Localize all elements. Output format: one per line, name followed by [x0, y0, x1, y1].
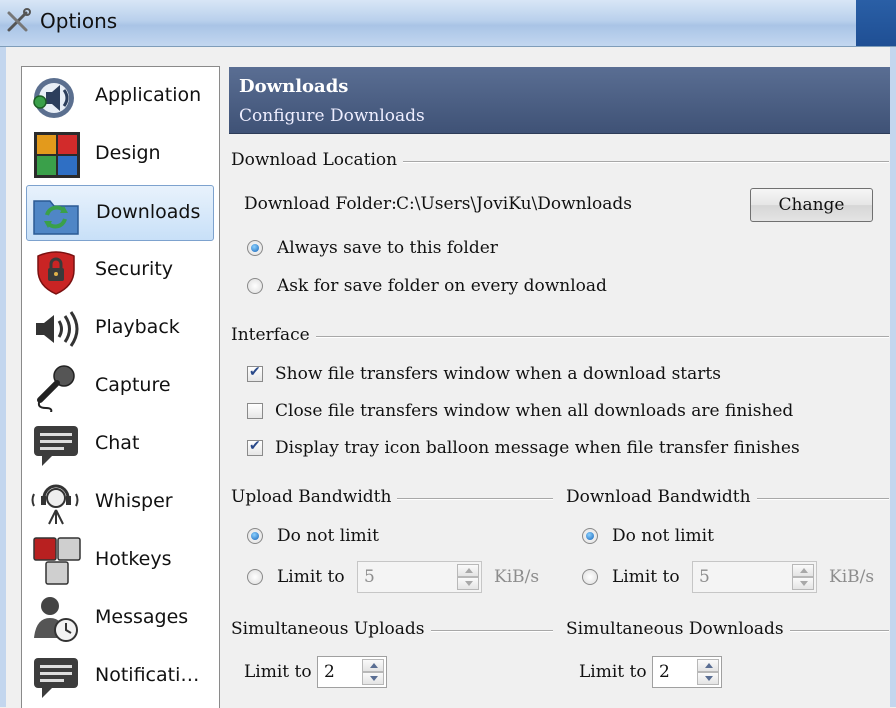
upload-unit-label: KiB/s	[494, 567, 540, 587]
group-title-upload-bandwidth: Upload Bandwidth	[231, 487, 398, 507]
arrow-down-icon	[705, 676, 713, 681]
color-squares-icon	[34, 132, 80, 178]
keys-icon	[33, 537, 81, 585]
sidebar-item-application[interactable]: Application	[26, 69, 214, 125]
arrow-down-icon	[370, 676, 378, 681]
notification-bubble-icon	[34, 658, 78, 698]
arrow-down-icon	[800, 581, 808, 586]
show-transfers-checkbox[interactable]	[247, 364, 263, 382]
tools-icon	[7, 8, 31, 32]
sidebar-item-label: Chat	[95, 432, 140, 454]
download-limit-increment[interactable]	[792, 564, 814, 577]
sidebar-item-label: Messages	[95, 606, 189, 628]
sidebar-item-design[interactable]: Design	[26, 127, 214, 183]
simultaneous-downloads-value: 2	[659, 662, 670, 682]
downloads-limit-label: Limit to	[579, 662, 647, 682]
downloads-decrement[interactable]	[697, 672, 719, 685]
balloon-message-label[interactable]: Display tray icon balloon message when f…	[275, 438, 800, 458]
sidebar-item-playback[interactable]: Playback	[26, 301, 214, 357]
download-no-limit-label[interactable]: Do not limit	[612, 526, 714, 546]
download-folder-label: Download Folder:	[244, 194, 397, 214]
sidebar-item-hotkeys[interactable]: Hotkeys	[26, 533, 214, 589]
uploads-decrement[interactable]	[362, 672, 384, 685]
window-frame-left	[0, 47, 6, 707]
always-save-label[interactable]: Always save to this folder	[277, 238, 498, 258]
sidebar-item-label: Capture	[95, 374, 171, 396]
sidebar-item-label: Playback	[95, 316, 180, 338]
sidebar-item-chat[interactable]: Chat	[26, 417, 214, 473]
sidebar-item-downloads[interactable]: Downloads	[26, 185, 214, 241]
divider	[231, 336, 889, 338]
headset-icon	[31, 484, 79, 525]
microphone-icon	[37, 365, 75, 412]
close-transfers-checkbox[interactable]	[247, 403, 263, 419]
upload-limit-increment[interactable]	[457, 564, 479, 577]
group-title-download-bandwidth: Download Bandwidth	[566, 487, 757, 507]
page-subtitle: Configure Downloads	[239, 106, 425, 126]
group-title-download-location: Download Location	[231, 150, 404, 170]
arrow-down-icon	[465, 581, 473, 586]
window-frame-right	[890, 47, 896, 707]
upload-no-limit-label[interactable]: Do not limit	[277, 526, 379, 546]
upload-no-limit-radio[interactable]	[247, 528, 263, 544]
group-title-interface: Interface	[231, 325, 316, 345]
group-title-simultaneous-downloads: Simultaneous Downloads	[566, 619, 790, 639]
ask-folder-radio[interactable]	[247, 278, 263, 294]
always-save-radio[interactable]	[247, 240, 263, 256]
upload-limit-value: 5	[364, 567, 375, 587]
sidebar-item-label: Application	[95, 84, 202, 106]
change-folder-button[interactable]: Change	[750, 188, 873, 222]
simultaneous-uploads-value: 2	[324, 662, 335, 682]
speaker-volume-icon	[36, 311, 79, 347]
window-title: Options	[40, 9, 118, 33]
download-limit-value: 5	[699, 567, 710, 587]
uploads-increment[interactable]	[362, 659, 384, 672]
download-folder-path: C:\Users\JoviKu\Downloads	[396, 194, 633, 214]
page-title: Downloads	[239, 76, 349, 97]
balloon-message-checkbox[interactable]	[247, 438, 263, 456]
sidebar-item-security[interactable]: Security	[26, 243, 214, 299]
ask-folder-label[interactable]: Ask for save folder on every download	[277, 276, 607, 296]
sidebar-item-label: Security	[95, 258, 174, 280]
folder-sync-icon	[33, 200, 79, 235]
sidebar-item-notifications[interactable]: Notificati…	[26, 649, 214, 705]
sidebar-item-label: Notificati…	[95, 664, 200, 686]
sidebar-item-whisper[interactable]: Whisper	[26, 475, 214, 531]
chat-bubble-icon	[34, 426, 78, 466]
download-limit-decrement[interactable]	[792, 577, 814, 590]
speaker-app-icon	[33, 78, 74, 118]
download-limit-radio[interactable]	[582, 569, 598, 585]
uploads-limit-label: Limit to	[244, 662, 312, 682]
arrow-up-icon	[465, 568, 473, 573]
sidebar-item-label: Whisper	[95, 490, 173, 512]
downloads-increment[interactable]	[697, 659, 719, 672]
user-clock-icon	[34, 597, 78, 642]
shield-lock-icon	[37, 251, 75, 295]
upload-limit-radio[interactable]	[247, 569, 263, 585]
show-transfers-label[interactable]: Show file transfers window when a downlo…	[275, 364, 721, 384]
page-header: Downloads Configure Downloads	[229, 67, 890, 134]
upload-limit-label[interactable]: Limit to	[277, 567, 345, 587]
group-title-simultaneous-uploads: Simultaneous Uploads	[231, 619, 431, 639]
sidebar-item-capture[interactable]: Capture	[26, 359, 214, 415]
sidebar-item-messages[interactable]: Messages	[26, 591, 214, 647]
download-limit-stepper[interactable]: 5	[692, 561, 817, 593]
sidebar-item-label: Downloads	[96, 201, 201, 223]
close-transfers-label[interactable]: Close file transfers window when all dow…	[275, 401, 793, 421]
download-limit-label[interactable]: Limit to	[612, 567, 680, 587]
window-controls[interactable]	[856, 0, 896, 46]
download-no-limit-radio[interactable]	[582, 528, 598, 544]
title-bar: Options	[0, 0, 896, 47]
options-sidebar: Application Design Downloads Security Pl…	[21, 66, 220, 708]
sidebar-item-label: Hotkeys	[95, 548, 172, 570]
arrow-up-icon	[705, 663, 713, 668]
upload-limit-stepper[interactable]: 5	[357, 561, 482, 593]
sidebar-item-label: Design	[95, 142, 161, 164]
download-unit-label: KiB/s	[829, 567, 875, 587]
simultaneous-downloads-stepper[interactable]: 2	[652, 656, 722, 688]
arrow-up-icon	[800, 568, 808, 573]
upload-limit-decrement[interactable]	[457, 577, 479, 590]
simultaneous-uploads-stepper[interactable]: 2	[317, 656, 387, 688]
arrow-up-icon	[370, 663, 378, 668]
